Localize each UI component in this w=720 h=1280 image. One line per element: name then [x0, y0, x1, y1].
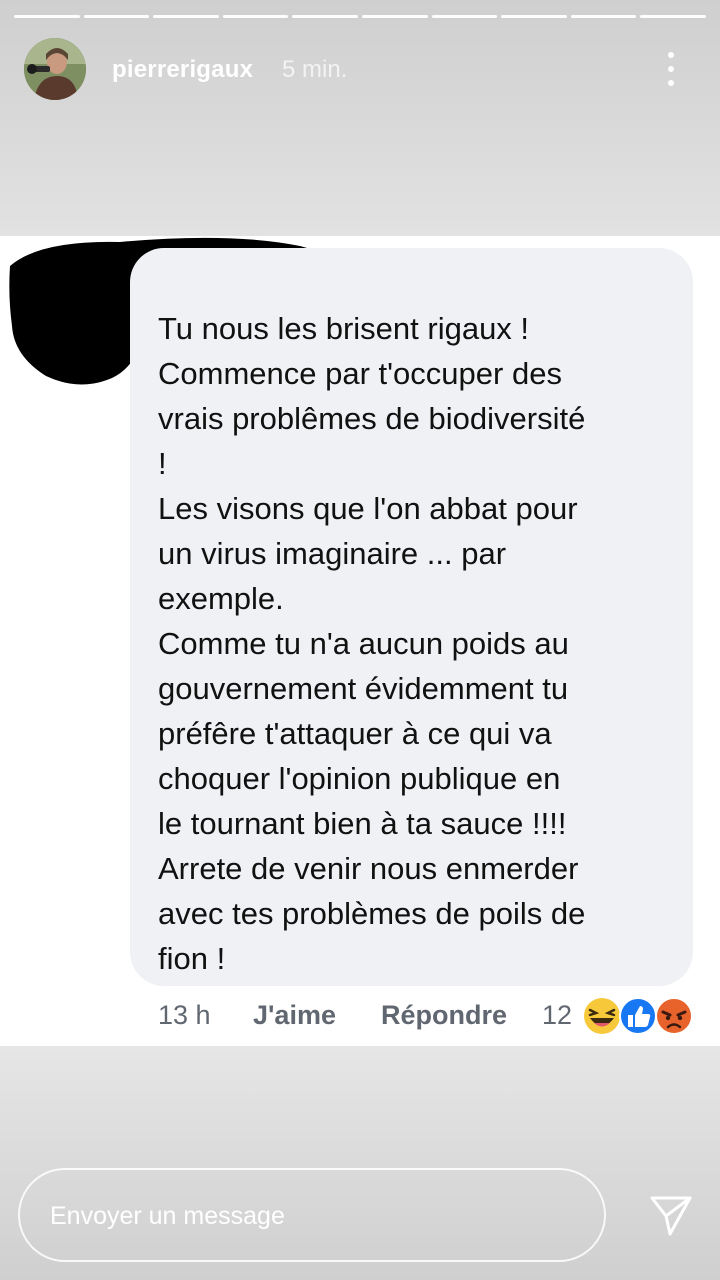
story-timestamp: 5 min.	[282, 56, 348, 83]
story-username[interactable]: pierrerigaux	[112, 56, 253, 84]
progress-segment	[431, 15, 498, 18]
more-vertical-icon[interactable]	[656, 46, 686, 92]
avatar-photo	[24, 38, 86, 100]
like-reaction-icon	[619, 997, 657, 1035]
like-link[interactable]: J'aime	[253, 1000, 336, 1031]
progress-segment	[361, 15, 428, 18]
send-icon[interactable]	[648, 1192, 694, 1238]
reaction-icons[interactable]	[582, 996, 694, 1036]
progress-segment	[501, 15, 567, 18]
progress-segment	[153, 15, 219, 18]
comment-time: 13 h	[158, 1000, 211, 1030]
story-background-top	[0, 0, 720, 236]
progress-segment	[640, 15, 706, 18]
message-input[interactable]: Envoyer un message	[18, 1168, 606, 1262]
story-progress-bar	[14, 15, 706, 18]
comment-text: Tu nous les brisent rigaux ! Commence pa…	[158, 311, 586, 976]
screenshot-card: Tu nous les brisent rigaux ! Commence pa…	[0, 236, 720, 1046]
progress-segment	[570, 15, 637, 18]
story-header: pierrerigaux 5 min.	[24, 38, 696, 102]
angry-reaction-icon	[655, 997, 693, 1035]
message-placeholder: Envoyer un message	[50, 1202, 285, 1230]
comment-actions: 13 h J'aime Répondre 12	[158, 996, 698, 1036]
reply-link[interactable]: Répondre	[381, 1000, 507, 1031]
progress-segment	[14, 15, 80, 18]
reaction-count[interactable]: 12	[542, 1000, 572, 1031]
haha-reaction-icon	[584, 998, 620, 1034]
progress-segment	[83, 15, 150, 18]
progress-segment	[292, 15, 358, 18]
avatar[interactable]	[24, 38, 86, 100]
progress-segment	[222, 15, 289, 18]
